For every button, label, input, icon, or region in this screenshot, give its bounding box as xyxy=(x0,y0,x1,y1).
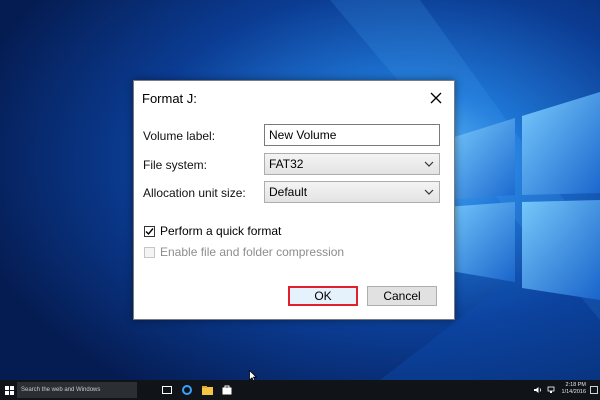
taskbar: Search the web and Windows 2:18 PM 1/14/… xyxy=(0,380,600,400)
task-view-icon xyxy=(162,386,172,394)
quick-format-checkbox[interactable] xyxy=(144,225,155,237)
dialog-title: Format J: xyxy=(142,91,197,106)
compression-option: Enable file and folder compression xyxy=(144,245,344,259)
volume-label-value: New Volume xyxy=(269,128,337,142)
chevron-down-icon xyxy=(423,159,435,169)
start-icon xyxy=(4,385,14,395)
start-button[interactable] xyxy=(2,380,16,400)
volume-label-input[interactable]: New Volume xyxy=(264,124,440,146)
chevron-down-icon xyxy=(423,187,435,197)
allocation-unit-label: Allocation unit size: xyxy=(143,186,246,200)
cancel-button[interactable]: Cancel xyxy=(367,286,437,306)
quick-format-label: Perform a quick format xyxy=(160,224,282,238)
compression-checkbox xyxy=(144,246,155,258)
network-icon xyxy=(547,386,555,393)
volume-icon xyxy=(534,387,541,393)
task-view-button[interactable] xyxy=(158,380,176,400)
clock-date: 1/14/2016 xyxy=(561,389,586,395)
volume-button[interactable] xyxy=(532,380,544,400)
file-system-label: File system: xyxy=(143,158,208,172)
checkmark-icon xyxy=(145,227,154,235)
close-button[interactable] xyxy=(424,86,448,110)
network-button[interactable] xyxy=(545,380,557,400)
allocation-unit-select[interactable]: Default xyxy=(264,181,440,203)
clock-time: 2:18 PM xyxy=(565,382,586,388)
notifications-icon xyxy=(590,386,598,394)
file-system-select[interactable]: FAT32 xyxy=(264,153,440,175)
taskbar-search-box[interactable]: Search the web and Windows xyxy=(17,382,137,398)
volume-label-label: Volume label: xyxy=(143,129,216,143)
edge-icon xyxy=(182,385,192,395)
store-icon xyxy=(222,385,232,395)
notifications-button[interactable] xyxy=(588,380,600,400)
file-explorer-button[interactable] xyxy=(198,380,216,400)
taskbar-clock[interactable]: 2:18 PM 1/14/2016 xyxy=(562,382,586,396)
search-placeholder: Search the web and Windows xyxy=(21,387,101,393)
file-system-value: FAT32 xyxy=(269,157,304,171)
edge-button[interactable] xyxy=(178,380,196,400)
compression-label: Enable file and folder compression xyxy=(160,245,345,259)
quick-format-option[interactable]: Perform a quick format xyxy=(144,224,281,238)
allocation-unit-value: Default xyxy=(269,185,308,199)
format-dialog: Format J: Volume label: New Volume File … xyxy=(133,80,455,320)
store-button[interactable] xyxy=(218,380,236,400)
ok-button[interactable]: OK xyxy=(288,286,358,306)
file-explorer-icon xyxy=(201,385,213,395)
close-icon xyxy=(430,92,442,104)
